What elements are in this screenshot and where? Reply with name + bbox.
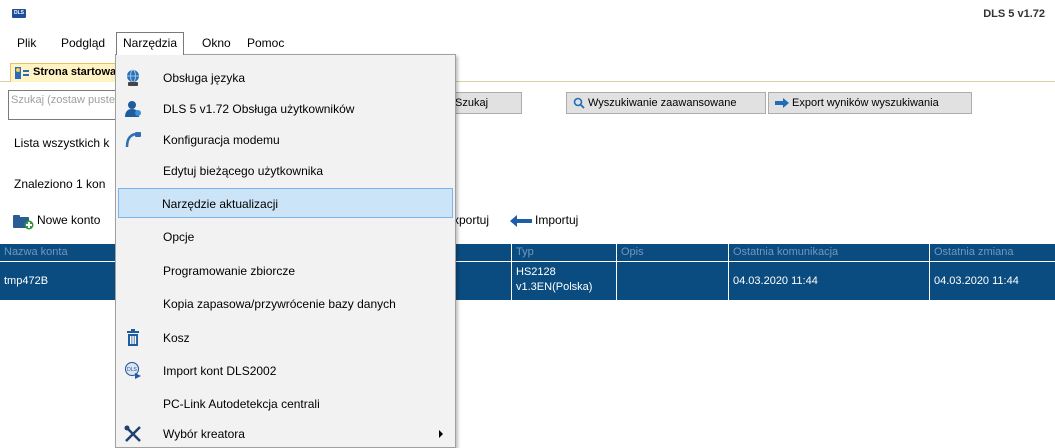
new-account-button[interactable]: Nowe konto <box>12 208 100 232</box>
trash-icon <box>127 329 139 346</box>
menu-item-label: Kopia zapasowa/przywrócenie bazy danych <box>163 297 396 311</box>
new-account-icon <box>13 214 34 230</box>
export-results-button[interactable]: Export wyników wyszukiwania <box>768 92 972 114</box>
menu-item-label: Programowanie zbiorcze <box>163 264 296 278</box>
new-account-label: Nowe konto <box>37 213 101 227</box>
menu-item-import-dls2002[interactable]: DLS Import kont DLS2002 <box>118 356 453 386</box>
account-list-label: Lista wszystkich k <box>14 136 110 150</box>
search-input[interactable]: Szukaj (zostaw puste <box>8 90 120 120</box>
column-header-type[interactable]: Typ <box>512 244 617 261</box>
cell-last-comm: 04.03.2020 11:44 <box>729 262 930 300</box>
tab-label: Strona startowa <box>33 66 117 78</box>
menu-item-backup-restore[interactable]: Kopia zapasowa/przywrócenie bazy danych <box>118 289 453 319</box>
wizard-tools-icon <box>124 425 141 442</box>
submenu-arrow-icon <box>439 430 443 438</box>
cell-description <box>617 262 729 300</box>
modem-icon <box>125 132 141 148</box>
cell-type: HS2128 v1.3EN(Polska) <box>512 262 617 300</box>
import-dls-icon: DLS <box>125 362 141 379</box>
export-results-label: Export wyników wyszukiwania <box>792 97 939 109</box>
cell-type-line2: v1.3EN(Polska) <box>516 281 593 293</box>
menu-item-language[interactable]: Obsługa języka <box>118 63 453 93</box>
import-label: Importuj <box>535 213 579 227</box>
language-icon <box>127 69 139 86</box>
menu-item-user-management[interactable]: DLS 5 v1.72 Obsługa użytkowników <box>118 94 453 124</box>
menu-item-pclink-autodetect[interactable]: PC-Link Autodetekcja centrali <box>118 389 453 419</box>
app-version: DLS 5 v1.72 <box>983 8 1045 20</box>
menu-item-trash[interactable]: Kosz <box>118 323 453 353</box>
menu-podglad[interactable]: Podgląd <box>55 32 111 54</box>
menu-item-wizard[interactable]: Wybór kreatora <box>118 419 453 448</box>
tools-dropdown-menu: Obsługa języka DLS 5 v1.72 Obsługa użytk… <box>115 54 456 448</box>
menu-item-label: Import kont DLS2002 <box>163 364 277 378</box>
arrow-left-icon <box>510 214 532 227</box>
home-tab-icon <box>15 67 29 79</box>
tab-start-page[interactable]: Strona startowa <box>10 63 122 82</box>
menu-item-modem-config[interactable]: Konfiguracja modemu <box>118 125 453 155</box>
menu-item-label: DLS 5 v1.72 Obsługa użytkowników <box>163 102 355 116</box>
menu-narzedzia[interactable]: Narzędzia <box>116 32 185 55</box>
menu-item-label: Kosz <box>163 331 190 345</box>
menu-okno[interactable]: Okno <box>196 32 237 54</box>
column-header-last-comm[interactable]: Ostatnia komunikacja <box>729 244 930 261</box>
menu-item-label: Obsługa języka <box>163 71 246 85</box>
column-header-last-change[interactable]: Ostatnia zmiana <box>930 244 1055 261</box>
menu-item-label: Konfiguracja modemu <box>163 133 280 147</box>
advanced-search-label: Wyszukiwanie zaawansowane <box>588 97 737 109</box>
menu-item-label: PC-Link Autodetekcja centrali <box>163 397 320 411</box>
search-button[interactable]: Szukaj <box>448 92 522 114</box>
arrow-right-icon <box>775 98 789 109</box>
menu-item-options[interactable]: Opcje <box>118 222 453 252</box>
svg-text:DLS: DLS <box>127 367 137 373</box>
found-count-label: Znaleziono 1 kon <box>14 177 106 191</box>
app-logo: DLS <box>12 9 26 18</box>
menu-item-update-tool[interactable]: Narzędzie aktualizacji <box>118 188 453 218</box>
menu-pomoc[interactable]: Pomoc <box>241 32 290 54</box>
menu-item-label: Narzędzie aktualizacji <box>162 197 279 211</box>
menu-item-label: Edytuj bieżącego użytkownika <box>163 164 324 178</box>
cell-last-change: 04.03.2020 11:44 <box>934 275 1019 287</box>
menu-item-edit-user[interactable]: Edytuj bieżącego użytkownika <box>118 156 453 186</box>
magnifier-icon <box>573 97 585 109</box>
menu-item-label: Opcje <box>163 230 195 244</box>
column-header-description[interactable]: Opis <box>617 244 729 261</box>
users-icon <box>125 101 141 117</box>
app-window: DLS DLS 5 v1.72 Plik Podgląd Narzędzia O… <box>0 0 1055 448</box>
menu-plik[interactable]: Plik <box>11 32 42 54</box>
menu-item-label: Wybór kreatora <box>163 427 245 441</box>
import-button[interactable]: Importuj <box>510 208 578 232</box>
cell-type-line1: HS2128 <box>516 266 556 278</box>
title-bar: DLS DLS 5 v1.72 <box>0 0 1055 30</box>
advanced-search-button[interactable]: Wyszukiwanie zaawansowane <box>566 92 766 114</box>
menu-bar: Plik Podgląd Narzędzia Okno Pomoc <box>0 32 400 55</box>
menu-item-batch-programming[interactable]: Programowanie zbiorcze <box>118 256 453 286</box>
